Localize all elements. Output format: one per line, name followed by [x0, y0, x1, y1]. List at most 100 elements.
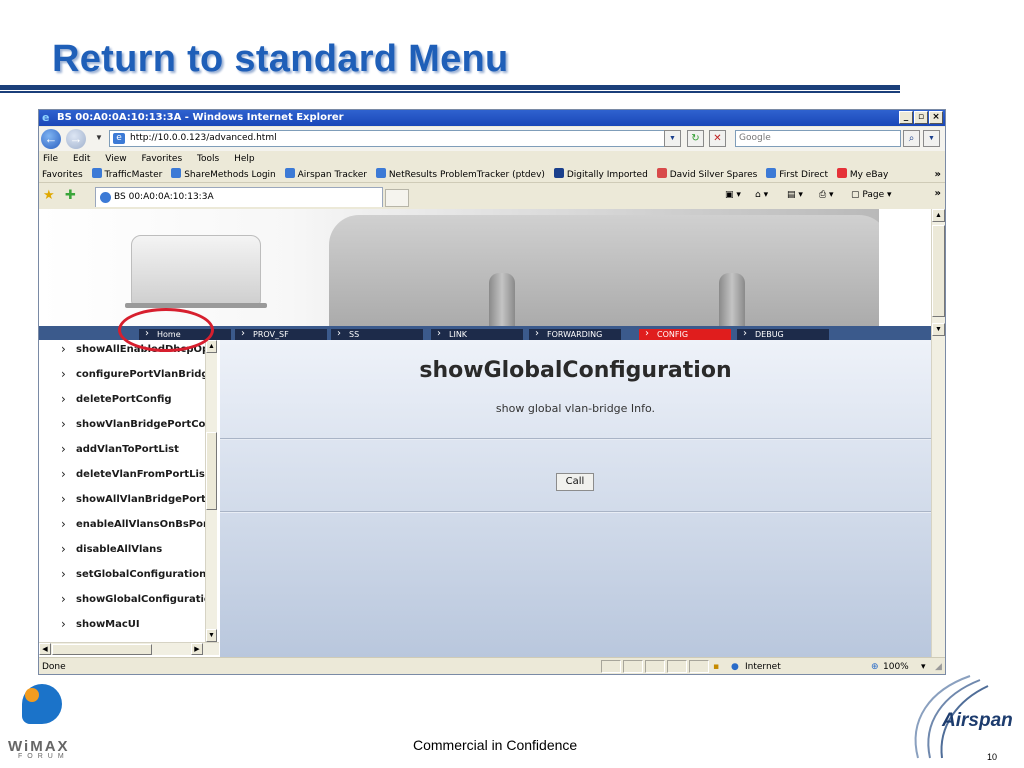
sidebar-item[interactable]: showMacUI	[39, 612, 207, 637]
fav-page-icon	[766, 168, 777, 178]
sidebar-item[interactable]: showVlanBridgePortConfig	[39, 412, 207, 437]
scroll-left-icon[interactable]: ◀	[39, 643, 51, 655]
fav-item[interactable]: David Silver Spares	[656, 167, 757, 183]
scroll-up-icon[interactable]: ▲	[206, 340, 217, 353]
sidebar-hscrollbar[interactable]: ◀ ▶	[39, 642, 219, 655]
scroll-right-icon[interactable]: ▶	[191, 643, 203, 655]
fav-item[interactable]: First Direct	[766, 167, 828, 183]
di-icon	[553, 168, 564, 178]
status-cell	[601, 660, 621, 673]
sidebar-item[interactable]: addVlanToPortList	[39, 437, 207, 462]
add-favorite-icon[interactable]: ✚	[65, 188, 76, 203]
sidebar-item[interactable]: setGlobalConfiguration	[39, 562, 207, 587]
rss-icon[interactable]: ▤ ▾	[787, 190, 803, 200]
home-icon[interactable]: ⌂ ▾	[755, 190, 768, 200]
sidebar-scrollbar[interactable]: ▲ ▼	[205, 340, 217, 642]
favorites-label[interactable]: Favorites	[42, 167, 83, 183]
chevron-right-icon[interactable]: »	[935, 188, 941, 199]
tab-current[interactable]: BS 00:A0:0A:10:13:3A	[95, 187, 383, 207]
menu-file[interactable]: File	[43, 154, 58, 164]
nav-forwarding[interactable]: FORWARDING	[529, 329, 621, 340]
connector	[489, 273, 515, 326]
call-button[interactable]: Call	[556, 473, 594, 491]
page-menu[interactable]: ▢ Page ▾	[851, 190, 892, 200]
sidebar-scroll-thumb[interactable]	[206, 432, 217, 510]
fav-item[interactable]: NetResults ProblemTracker (ptdev)	[375, 167, 545, 183]
tab-title: BS 00:A0:0A:10:13:3A	[114, 192, 214, 202]
stop-button[interactable]: ✕	[709, 130, 726, 147]
menu-favorites[interactable]: Favorites	[141, 154, 182, 164]
nav-link[interactable]: LINK	[431, 329, 523, 340]
device-image	[131, 235, 261, 305]
nav-debug[interactable]: DEBUG	[737, 329, 829, 340]
page-content: Home PROV_SF SS LINK FORWARDING CONFIG D…	[39, 209, 931, 657]
fav-item[interactable]: My eBay	[836, 167, 888, 183]
zone-label: Internet	[745, 662, 781, 672]
scroll-down-icon[interactable]: ▼	[206, 629, 217, 642]
back-button[interactable]: ←	[41, 129, 61, 149]
sidebar-item[interactable]: deleteVlanFromPortList	[39, 462, 207, 487]
restore-button[interactable]: ▫	[914, 111, 928, 124]
window-titlebar: e BS 00:A0:0A:10:13:3A - Windows Interne…	[39, 110, 945, 126]
page-scroll-thumb[interactable]	[932, 225, 945, 317]
fav-page-icon	[171, 168, 182, 178]
favorites-bar: Favorites TrafficMaster ShareMethods Log…	[39, 167, 945, 183]
forward-button[interactable]: →	[66, 129, 86, 149]
sidebar-item[interactable]: disableAllVlans	[39, 537, 207, 562]
sidebar-item[interactable]: configurePortVlanBridge	[39, 362, 207, 387]
fav-item[interactable]: ShareMethods Login	[171, 167, 276, 183]
close-button[interactable]: ×	[929, 111, 943, 124]
fav-page-icon	[656, 168, 667, 178]
sidebar-item[interactable]: enableAllVlansOnBsPort	[39, 512, 207, 537]
address-dropdown-icon[interactable]: ▼	[664, 130, 681, 147]
title-rule-thin	[0, 91, 900, 93]
divider	[220, 438, 931, 440]
menu-tools[interactable]: Tools	[197, 154, 219, 164]
feeds-icon[interactable]: ▣ ▾	[725, 190, 741, 200]
status-text: Done	[42, 662, 66, 672]
forum-logo-text: FORUM	[18, 753, 69, 760]
status-cell	[667, 660, 687, 673]
menu-help[interactable]: Help	[234, 154, 255, 164]
ie-icon: e	[42, 111, 50, 124]
nav-ss[interactable]: SS	[331, 329, 423, 340]
sidebar-hscroll-thumb[interactable]	[52, 644, 152, 655]
sidebar-item[interactable]: showAllVlanBridgePorts	[39, 487, 207, 512]
menu-edit[interactable]: Edit	[73, 154, 90, 164]
favorites-star-icon[interactable]: ★	[43, 188, 55, 203]
search-input[interactable]: Google	[735, 130, 901, 147]
page-scrollbar[interactable]: ▲ ▼	[931, 209, 945, 657]
chevron-right-icon[interactable]: »	[935, 167, 941, 183]
history-dropdown-icon[interactable]: ▼	[95, 133, 103, 142]
search-options-icon[interactable]: ▼	[923, 130, 940, 147]
fav-item[interactable]: TrafficMaster	[91, 167, 162, 183]
device-base	[125, 303, 267, 308]
address-input[interactable]: e http://10.0.0.123/advanced.html	[109, 130, 681, 147]
address-value: http://10.0.0.123/advanced.html	[130, 133, 277, 143]
fav-page-icon	[91, 168, 102, 178]
search-icon[interactable]: ⌕	[903, 130, 920, 147]
sidebar-item[interactable]: showGlobalConfiguration	[39, 587, 207, 612]
fav-item[interactable]: Digitally Imported	[553, 167, 648, 183]
panel-subtitle: show global vlan-bridge Info.	[495, 402, 656, 415]
fav-item[interactable]: Airspan Tracker	[284, 167, 367, 183]
nav-prov-sf[interactable]: PROV_SF	[235, 329, 327, 340]
sidebar-item[interactable]: deletePortConfig	[39, 387, 207, 412]
zoom-icon[interactable]: ⊕	[871, 658, 879, 674]
status-cell	[645, 660, 665, 673]
title-rule	[0, 85, 900, 90]
address-toolbar: ← → ▼ e http://10.0.0.123/advanced.html …	[39, 127, 945, 151]
page-icon: e	[113, 133, 125, 144]
scroll-up-icon[interactable]: ▲	[932, 209, 945, 222]
scroll-down-icon[interactable]: ▼	[932, 323, 945, 336]
refresh-button[interactable]: ↻	[687, 130, 704, 147]
footer-text: Commercial in Confidence	[413, 737, 578, 753]
menu-view[interactable]: View	[105, 154, 126, 164]
minimize-button[interactable]: _	[899, 111, 913, 124]
panel-title: showGlobalConfiguration	[419, 358, 732, 383]
lock-icon: ▪	[713, 662, 720, 672]
print-icon[interactable]: ⎙ ▾	[819, 190, 834, 200]
tab-bar: ★ ✚ BS 00:A0:0A:10:13:3A ▣ ▾ ⌂ ▾ ▤ ▾ ⎙ ▾…	[39, 184, 945, 208]
new-tab-button[interactable]	[385, 189, 409, 207]
nav-config[interactable]: CONFIG	[639, 329, 731, 340]
